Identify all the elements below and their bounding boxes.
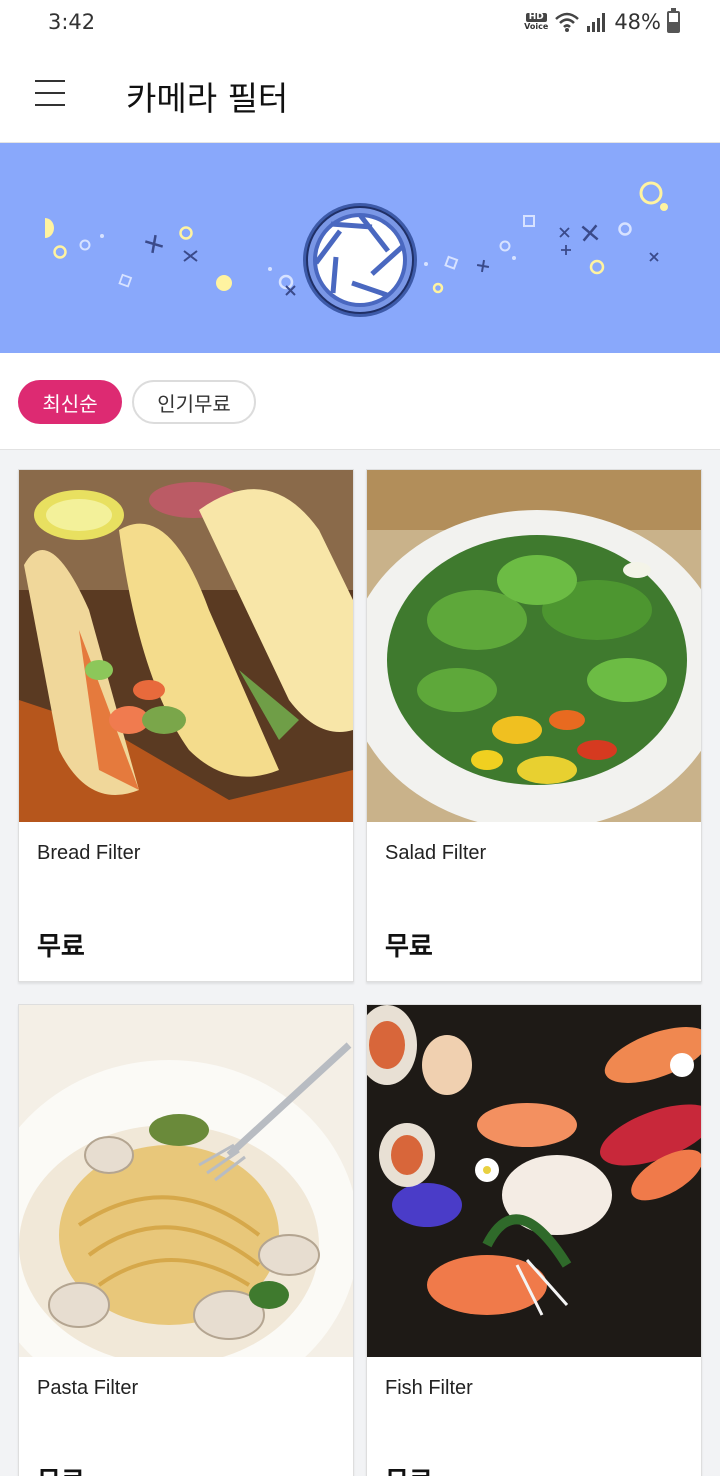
signal-icon (587, 13, 606, 32)
hd-label: HD (525, 13, 547, 22)
filter-card-pasta[interactable]: Pasta Filter 무료 (18, 1004, 354, 1476)
shutter-icon (303, 203, 417, 317)
menu-icon[interactable] (35, 80, 65, 106)
filter-price: 무료 (385, 932, 433, 962)
filter-card-salad[interactable]: Salad Filter 무료 (366, 469, 702, 982)
battery-icon (667, 8, 680, 33)
app-bar: 카메라 필터 (0, 46, 720, 143)
voice-label: Voice (524, 22, 549, 31)
filter-price: 무료 (385, 1461, 433, 1476)
filter-name: Salad Filter (385, 842, 487, 864)
battery-percent: 48% (614, 10, 661, 34)
wifi-icon (555, 12, 580, 32)
status-bar: 3:42 HD Voice 48% (0, 0, 720, 46)
decor-shape (45, 218, 54, 238)
filter-thumbnail (367, 470, 701, 822)
filter-price: 무료 (37, 932, 85, 962)
filter-name: Bread Filter (37, 842, 141, 864)
filter-grid: Bread Filter 무료 Salad Filter 무료 Pasta Fi… (0, 450, 720, 1476)
filter-card-bread[interactable]: Bread Filter 무료 (18, 469, 354, 982)
filter-name: Fish Filter (385, 1377, 473, 1399)
filter-thumbnail (367, 1005, 701, 1357)
banner-illustration (45, 181, 668, 317)
banner (0, 143, 720, 353)
sort-bar: 최신순 인기무료 (0, 353, 720, 450)
page-title: 카메라 필터 (126, 79, 289, 118)
filter-thumbnail (19, 470, 353, 822)
filter-card-fish[interactable]: Fish Filter 무료 (366, 1004, 702, 1476)
filter-thumbnail (19, 1005, 353, 1357)
hd-voice-icon: HD Voice (524, 13, 549, 32)
filter-price: 무료 (37, 1461, 85, 1476)
sort-latest-chip[interactable]: 최신순 (18, 380, 122, 424)
sort-popular-free-chip[interactable]: 인기무료 (132, 380, 256, 424)
filter-name: Pasta Filter (37, 1377, 139, 1399)
status-icons: HD Voice 48% (524, 8, 680, 34)
status-time: 3:42 (48, 10, 96, 34)
